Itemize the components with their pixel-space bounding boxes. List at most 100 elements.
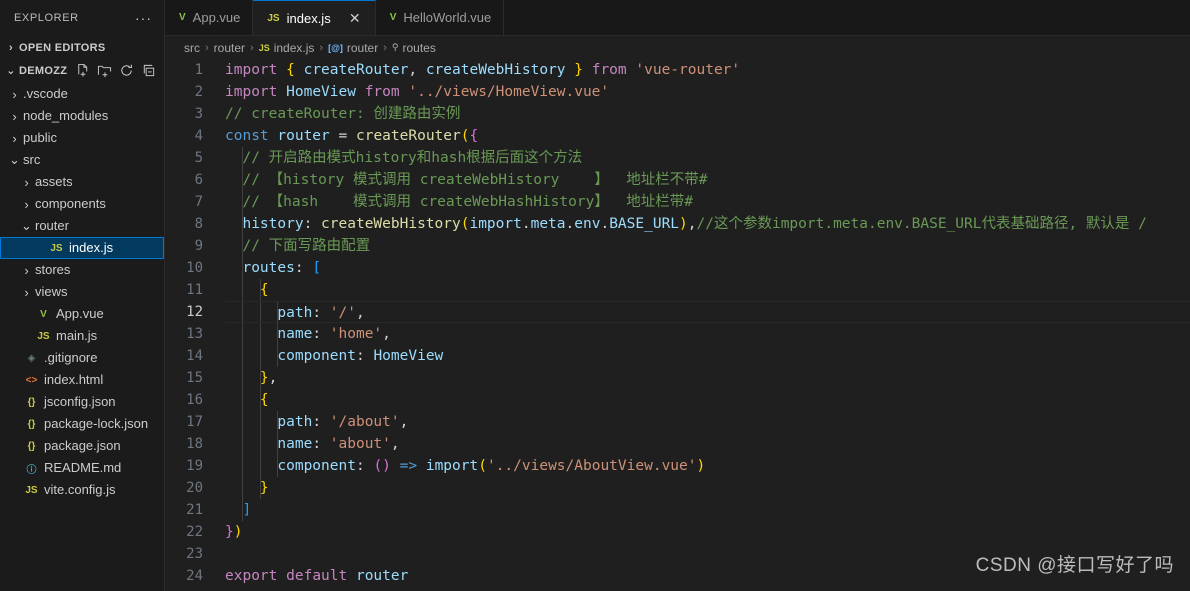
chevron-down-icon: ⌄ (6, 65, 16, 77)
code-line[interactable]: 7 // 【hash 模式调用 createWebHashHistory】 地址… (165, 191, 1190, 213)
tree-item-package-lock-json[interactable]: {} package-lock.json (0, 413, 164, 435)
code-line[interactable]: 24 export default router (165, 565, 1190, 587)
tree-item-label: index.js (69, 240, 114, 255)
tree-item-label: index.html (44, 372, 104, 387)
tree-item-main-js[interactable]: JS main.js (0, 325, 164, 347)
new-file-icon[interactable] (74, 63, 90, 79)
tab-label: App.vue (192, 10, 241, 25)
tree-item-label: package-lock.json (44, 416, 149, 431)
chevron-down-icon: ⌄ (21, 218, 32, 233)
code-line-content: path: '/about', (225, 411, 1190, 433)
code-line[interactable]: 20 } (165, 477, 1190, 499)
workspace-actions (74, 63, 164, 79)
tree-item-stores[interactable]: › stores (0, 259, 164, 281)
file-type-icon: JS (37, 330, 50, 342)
file-type-icon: JS (25, 484, 38, 496)
tree-item-readme-md[interactable]: ⓘ README.md (0, 457, 164, 479)
code-line[interactable]: 10 routes: [ (165, 257, 1190, 279)
code-editor[interactable]: 1 import { createRouter, createWebHistory… (165, 59, 1190, 591)
chevron-right-icon: › (24, 174, 29, 190)
code-line[interactable]: 3 // createRouter: 创建路由实例 (165, 103, 1190, 125)
refresh-icon[interactable] (118, 63, 134, 79)
variable-symbol-icon: [@] (328, 42, 343, 53)
code-line[interactable]: 16 { (165, 389, 1190, 411)
code-line[interactable]: 8 history: createWebHistory(import.meta.… (165, 213, 1190, 235)
chevron-down-icon: ⌄ (9, 152, 20, 167)
file-type-icon: JS (267, 12, 280, 24)
tree-item-jsconfig-json[interactable]: {} jsconfig.json (0, 391, 164, 413)
code-line[interactable]: 4 const router = createRouter({ (165, 125, 1190, 147)
new-folder-icon[interactable] (96, 63, 112, 79)
code-line[interactable]: 13 name: 'home', (165, 323, 1190, 345)
breadcrumb-separator-icon: › (250, 41, 254, 54)
chevron-right-icon: › (12, 86, 17, 102)
tree-item-views[interactable]: › views (0, 281, 164, 303)
tree-item-index-js[interactable]: JS index.js (0, 237, 164, 259)
code-line[interactable]: 21 ] (165, 499, 1190, 521)
file-type-icon: V (389, 12, 397, 23)
explorer-more-actions-icon[interactable]: ··· (129, 11, 158, 25)
breadcrumb-item-router[interactable]: [@] router (328, 41, 378, 55)
tree-item-label: components (35, 196, 106, 211)
code-line[interactable]: 18 name: 'about', (165, 433, 1190, 455)
breadcrumb-item-index-js[interactable]: JS index.js (259, 41, 315, 55)
line-number: 24 (186, 568, 203, 584)
line-number: 4 (194, 128, 203, 144)
breadcrumb: src › router › JS index.js › [@] router › ⚲ routes (165, 36, 1190, 59)
breadcrumb-item-routes[interactable]: ⚲ routes (392, 41, 436, 55)
code-line[interactable]: 1 import { createRouter, createWebHistory… (165, 59, 1190, 81)
editor-area: V App.vue JS index.js ✕ V HelloWorld.vue src › r… (165, 0, 1190, 591)
code-line[interactable]: 9 // 下面写路由配置 (165, 235, 1190, 257)
code-line[interactable]: 17 path: '/about', (165, 411, 1190, 433)
tree-item-public[interactable]: › public (0, 127, 164, 149)
tree-item-label: vite.config.js (44, 482, 116, 497)
tree-item-app-vue[interactable]: V App.vue (0, 303, 164, 325)
tree-item-src[interactable]: ⌄ src (0, 149, 164, 171)
code-line[interactable]: 23 (165, 543, 1190, 565)
tab-index-js[interactable]: JS index.js ✕ (253, 0, 376, 35)
line-number: 19 (186, 458, 203, 474)
code-line-content: // 下面写路由配置 (225, 235, 1190, 257)
tree-item-label: assets (35, 174, 73, 189)
collapse-all-icon[interactable] (140, 63, 156, 79)
code-line[interactable]: 12 path: '/', (165, 301, 1190, 323)
tab-helloworld-vue[interactable]: V HelloWorld.vue (375, 0, 505, 35)
tree-item-assets[interactable]: › assets (0, 171, 164, 193)
code-line[interactable]: 11 { (165, 279, 1190, 301)
code-line-content: const router = createRouter({ (225, 128, 479, 144)
tree-item-package-json[interactable]: {} package.json (0, 435, 164, 457)
code-line-content: import { createRouter, createWebHistory … (225, 62, 741, 78)
tree-item-components[interactable]: › components (0, 193, 164, 215)
code-line-content: history: createWebHistory(import.meta.en… (225, 213, 1190, 235)
tree-item-node-modules[interactable]: › node_modules (0, 105, 164, 127)
tree-item-vite-config-js[interactable]: JS vite.config.js (0, 479, 164, 501)
tree-item-label: router (35, 218, 69, 233)
breadcrumb-item-router[interactable]: router (214, 41, 245, 55)
code-line[interactable]: 6 // 【history 模式调用 createWebHistory 】 地址… (165, 169, 1190, 191)
tab-label: index.js (286, 10, 331, 26)
explorer-title: EXPLORER (14, 12, 79, 24)
section-open-editors[interactable]: › OPEN EDITORS (0, 36, 164, 59)
code-line[interactable]: 22}) (165, 521, 1190, 543)
code-line[interactable]: 2 import HomeView from '../views/HomeView… (165, 81, 1190, 103)
close-icon[interactable]: ✕ (347, 10, 363, 26)
explorer-sidebar: EXPLORER ··· › OPEN EDITORS ⌄ DEMOZZ › .v… (0, 0, 165, 591)
code-line[interactable]: 19 component: () => import('../views/Abo… (165, 455, 1190, 477)
tree-item-router[interactable]: ⌄ router (0, 215, 164, 237)
line-number: 13 (186, 326, 203, 342)
tree-item-index-html[interactable]: <> index.html (0, 369, 164, 391)
line-number: 11 (186, 282, 203, 298)
section-workspace[interactable]: ⌄ DEMOZZ (0, 59, 164, 82)
tree-item--gitignore[interactable]: ◈ .gitignore (0, 347, 164, 369)
file-type-icon: JS (50, 242, 63, 254)
tab-app-vue[interactable]: V App.vue (165, 0, 254, 35)
explorer-title-bar: EXPLORER ··· (0, 0, 164, 36)
breadcrumb-item-src[interactable]: src (184, 41, 200, 55)
tree-item--vscode[interactable]: › .vscode (0, 83, 164, 105)
code-line[interactable]: 15 }, (165, 367, 1190, 389)
code-line[interactable]: 5 // 开启路由模式history和hash根据后面这个方法 (165, 147, 1190, 169)
code-line[interactable]: 14 component: HomeView (165, 345, 1190, 367)
